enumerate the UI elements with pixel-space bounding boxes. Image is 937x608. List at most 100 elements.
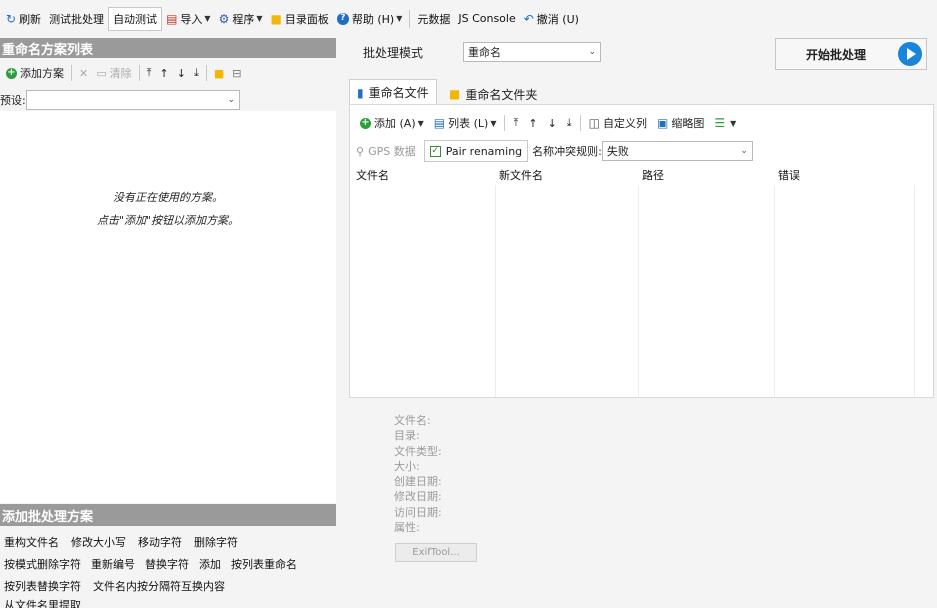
arrow-down-icon: ↓ [547, 116, 557, 130]
column-divider [495, 185, 496, 397]
move-bottom-button[interactable]: ⤓ [190, 62, 203, 84]
folder-icon: ■ [213, 66, 225, 80]
chevron-down-icon: ⌄ [227, 95, 235, 105]
rename-files-panel: + 添加 (A) ▼ ▤ 列表 (L) ▼ ⤒ ↑ ↓ ⤓ ◫ 自定义列 ▣ 缩… [349, 104, 934, 398]
move-bottom-button[interactable]: ⤓ [562, 112, 577, 134]
batch-mode-label: 批处理模式 [363, 46, 424, 60]
chevron-down-icon: ▼ [417, 118, 424, 128]
action-link[interactable]: 添加 [199, 556, 221, 572]
batch-mode-select[interactable]: 重命名 ⌄ [463, 42, 601, 62]
chevron-down-icon: ▼ [204, 14, 211, 23]
action-link[interactable]: 修改大小写 [71, 534, 126, 550]
move-down-button[interactable]: ↓ [173, 62, 190, 84]
add-scheme-button[interactable]: + 添加方案 [2, 62, 68, 84]
tab-rename-folders-label: 重命名文件夹 [465, 87, 538, 102]
js-console-button[interactable]: JS Console [454, 7, 519, 31]
preset-row: 预设: ⌄ [0, 89, 336, 111]
prop-file-type: 文件类型: [394, 444, 442, 458]
move-top-button[interactable]: ⤒ [508, 112, 523, 134]
save-scheme-button[interactable]: ⊟ [228, 62, 245, 84]
toolbar-divider [504, 115, 506, 131]
image-icon: ▣ [657, 116, 669, 130]
add-files-label: 添加 (A) [374, 117, 416, 130]
prop-attributes: 属性: [394, 521, 420, 535]
program-menu[interactable]: ⚙ 程序 ▼ [215, 7, 267, 31]
add-scheme-label: 添加方案 [20, 67, 64, 80]
folder-icon: ■ [270, 11, 282, 26]
action-link[interactable]: 移动字符 [138, 534, 182, 550]
prop-created: 创建日期: [394, 475, 442, 489]
column-error[interactable]: 错误 [772, 167, 908, 183]
list-view-icon: ☰ [714, 116, 726, 130]
pair-renaming-checkbox[interactable]: ✓ Pair renaming [423, 140, 529, 162]
columns-icon: ◫ [588, 116, 601, 130]
test-batch-label: 测试批处理 [49, 12, 105, 26]
action-link[interactable]: 按列表替换字符 [4, 578, 81, 594]
move-bottom-icon: ⤓ [193, 66, 199, 79]
test-batch-button[interactable]: 测试批处理 [45, 7, 108, 31]
start-batch-button[interactable]: 开始批处理 [775, 38, 927, 70]
undo-button[interactable]: ↶ 撤消 (U) [520, 7, 583, 31]
file-properties: 文件名: 目录: 文件类型: 大小: 创建日期: 修改日期: 访问日期: 属性: [394, 413, 442, 535]
column-filename[interactable]: 文件名 [350, 167, 493, 183]
js-console-label: JS Console [458, 12, 516, 25]
view-options-button[interactable]: ☰ ▼ [709, 112, 741, 134]
preset-select[interactable]: ⌄ [26, 90, 240, 110]
prop-directory: 目录: [394, 429, 420, 443]
prop-filename: 文件名: [394, 414, 431, 427]
metadata-label: 元数据 [417, 12, 451, 26]
custom-columns-button[interactable]: ◫ 自定义列 [584, 112, 652, 134]
column-new-filename[interactable]: 新文件名 [493, 167, 636, 183]
file-toolbar: + 添加 (A) ▼ ▤ 列表 (L) ▼ ⤒ ↑ ↓ ⤓ ◫ 自定义列 ▣ 缩… [350, 111, 933, 135]
action-link[interactable]: 重新编号 [91, 556, 135, 572]
metadata-button[interactable]: 元数据 [413, 7, 454, 31]
open-folder-button[interactable]: ■ [210, 62, 228, 84]
refresh-button[interactable]: ↻ 刷新 [2, 7, 45, 31]
column-divider [638, 185, 639, 397]
action-row: 按列表替换字符 文件名内按分隔符互换内容 [4, 575, 334, 597]
action-link[interactable]: 文件名内按分隔符互换内容 [93, 578, 225, 594]
move-top-button[interactable]: ⤒ [143, 62, 156, 84]
scheme-list[interactable]: 没有正在使用的方案。 点击"添加"按钮以添加方案。 [0, 111, 336, 503]
move-up-button[interactable]: ↑ [156, 62, 173, 84]
action-link[interactable]: 重构文件名 [4, 534, 59, 550]
exiftool-button[interactable]: ExifTool... [395, 543, 477, 562]
gps-data-toggle[interactable]: ⚲ GPS 数据 [356, 143, 416, 159]
toolbar-divider [71, 65, 72, 81]
directory-panel-button[interactable]: ■ 目录面板 [266, 7, 332, 31]
empty-message-line1: 没有正在使用的方案。 [113, 191, 223, 204]
file-grid-header: 文件名 新文件名 路径 错误 [350, 165, 933, 185]
chevron-down-icon: ⌄ [588, 47, 596, 57]
action-link[interactable]: 替换字符 [145, 556, 189, 572]
remove-scheme-button[interactable]: ✕ [75, 62, 92, 84]
add-files-button[interactable]: + 添加 (A) ▼ [355, 112, 429, 134]
list-menu-button[interactable]: ▤ 列表 (L) ▼ [429, 112, 502, 134]
file-icon: ▮ [357, 85, 364, 100]
import-menu[interactable]: ▤ 导入 ▼ [162, 7, 215, 31]
undo-label: 撤消 (U) [536, 12, 579, 26]
move-down-button[interactable]: ↓ [543, 112, 562, 134]
column-path[interactable]: 路径 [636, 167, 772, 183]
arrow-up-icon: ↑ [528, 116, 538, 130]
help-label: 帮助 (H) [351, 12, 395, 26]
directory-panel-label: 目录面板 [284, 12, 329, 26]
action-link[interactable]: 按模式删除字符 [4, 556, 81, 572]
conflict-rule-select[interactable]: 失败 ⌄ [601, 141, 753, 161]
pair-renaming-label: Pair renaming [445, 144, 523, 158]
custom-columns-label: 自定义列 [603, 117, 648, 130]
action-link[interactable]: 从文件名里提取 [4, 597, 81, 608]
move-up-button[interactable]: ↑ [523, 112, 542, 134]
location-pin-icon: ⚲ [356, 144, 365, 158]
move-top-icon: ⤒ [513, 116, 519, 129]
help-menu[interactable]: ? 帮助 (H) ▼ [333, 7, 407, 31]
toolbar-divider [579, 115, 581, 131]
preset-label: 预设: [0, 94, 26, 107]
clear-schemes-button[interactable]: ▭ 清除 [92, 62, 135, 84]
move-top-icon: ⤒ [146, 66, 152, 79]
action-link[interactable]: 删除字符 [194, 534, 238, 550]
thumbnails-button[interactable]: ▣ 缩略图 [652, 112, 709, 134]
auto-test-button[interactable]: 自动测试 [108, 6, 163, 31]
tab-rename-files[interactable]: ▮ 重命名文件 [349, 79, 437, 105]
action-link[interactable]: 按列表重命名 [231, 556, 297, 572]
add-batch-header: 添加批处理方案 [0, 504, 336, 526]
